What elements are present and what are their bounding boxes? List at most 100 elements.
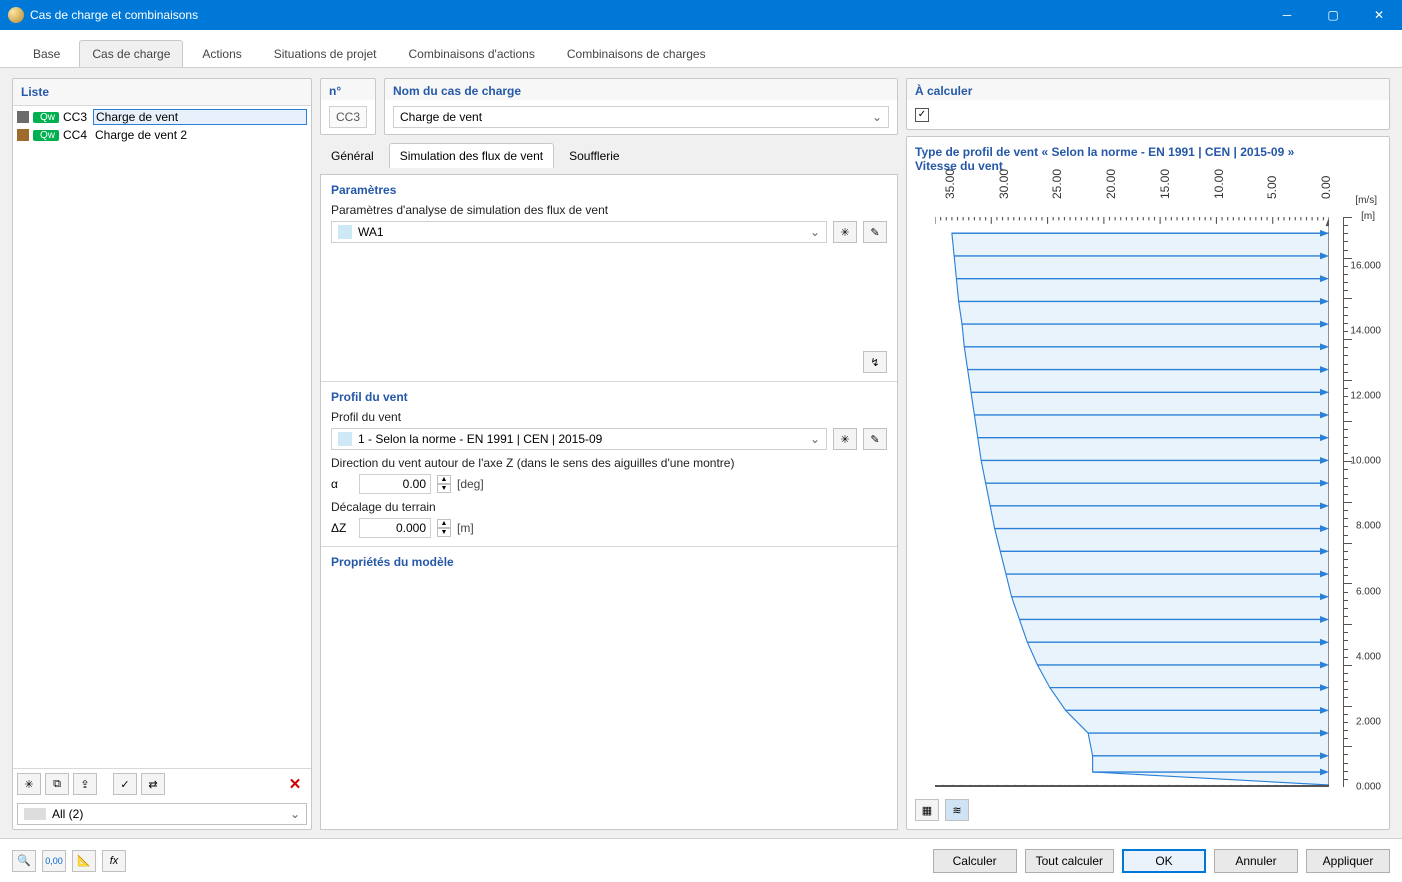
edit-profile-button[interactable]: ✎: [863, 428, 887, 450]
list-item[interactable]: Qw CC3 Charge de vent: [13, 108, 311, 126]
list-item-code: CC4: [63, 128, 89, 142]
chevron-down-icon: ⌄: [872, 110, 882, 124]
x-tick: 10.00: [1212, 169, 1226, 199]
x-tick: 15.00: [1158, 169, 1172, 199]
list-item-code: CC3: [63, 110, 89, 124]
export-button[interactable]: ⇪: [73, 773, 97, 795]
wind-icon-button[interactable]: ↯: [863, 351, 887, 373]
number-header: n°: [321, 79, 375, 100]
copy-button[interactable]: ⧉: [45, 773, 69, 795]
chart-view-2[interactable]: ≋: [945, 799, 969, 821]
wind-profile-value: 1 - Selon la norme - EN 1991 | CEN | 201…: [358, 432, 810, 446]
y-tick: 8.000: [1356, 521, 1381, 532]
list-panel: Liste Qw CC3 Charge de vent Qw CC4 Charg…: [12, 78, 312, 830]
measure-button[interactable]: 📐: [72, 850, 96, 872]
params-label: Paramètres d'analyse de simulation des f…: [331, 203, 887, 217]
tab-base[interactable]: Base: [20, 40, 73, 67]
chart-title: Type de profil de vent « Selon la norme …: [915, 145, 1381, 159]
search-button[interactable]: 🔍: [12, 850, 36, 872]
minimize-button[interactable]: ─: [1264, 0, 1310, 30]
y-tick: 2.000: [1356, 716, 1381, 727]
alpha-symbol: α: [331, 477, 353, 491]
name-header: Nom du cas de charge: [385, 79, 897, 100]
x-tick: 35.00: [943, 169, 957, 199]
y-tick: 12.000: [1350, 391, 1381, 402]
wind-profile-dropdown[interactable]: 1 - Selon la norme - EN 1991 | CEN | 201…: [331, 428, 827, 450]
spin-down[interactable]: ▼: [437, 528, 451, 537]
x-unit: [m/s]: [1355, 195, 1377, 206]
list-header: Liste: [13, 79, 311, 106]
subtab-general[interactable]: Général: [320, 143, 385, 168]
close-button[interactable]: ✕: [1356, 0, 1402, 30]
apply-button[interactable]: Appliquer: [1306, 849, 1390, 873]
chevron-down-icon: ⌄: [810, 225, 820, 239]
spin-down[interactable]: ▼: [437, 484, 451, 493]
tab-cas-de-charge[interactable]: Cas de charge: [79, 40, 183, 67]
profile-swatch: [338, 432, 352, 446]
params-value: WA1: [358, 225, 810, 239]
x-tick: 5.00: [1265, 169, 1279, 199]
y-tick: 4.000: [1356, 651, 1381, 662]
tab-actions[interactable]: Actions: [189, 40, 254, 67]
wind-profile-chart: 35.0030.0025.0020.0015.0010.005.000.00 […: [915, 177, 1381, 795]
wind-profile-label: Profil du vent: [331, 410, 887, 424]
badge-qw: Qw: [33, 112, 59, 123]
units-button[interactable]: 0,00: [42, 850, 66, 872]
titlebar: Cas de charge et combinaisons ─ ▢ ✕: [0, 0, 1402, 30]
alpha-input[interactable]: 0.00: [359, 474, 431, 494]
fx-button[interactable]: fx: [102, 850, 126, 872]
spin-up[interactable]: ▲: [437, 519, 451, 528]
tab-comb-charges[interactable]: Combinaisons de charges: [554, 40, 719, 67]
dz-input[interactable]: 0.000: [359, 518, 431, 538]
chart-view-1[interactable]: ▦: [915, 799, 939, 821]
name-dropdown[interactable]: Charge de vent ⌄: [393, 106, 889, 128]
cancel-button[interactable]: Annuler: [1214, 849, 1298, 873]
new-button[interactable]: ✳: [17, 773, 41, 795]
app-icon: [8, 7, 24, 23]
tab-comb-actions[interactable]: Combinaisons d'actions: [396, 40, 548, 67]
number-box: n° CC3: [320, 78, 376, 135]
dz-unit: [m]: [457, 521, 474, 535]
main-tabs: Base Cas de charge Actions Situations de…: [0, 30, 1402, 68]
calc-header: À calculer: [907, 79, 1389, 100]
delete-button[interactable]: ✕: [283, 773, 307, 795]
x-tick: 20.00: [1104, 169, 1118, 199]
alpha-unit: [deg]: [457, 477, 484, 491]
y-tick: 0.000: [1356, 782, 1381, 793]
calc-checkbox[interactable]: ✓: [915, 108, 929, 122]
model-props-title: Propriétés du modèle: [331, 555, 887, 569]
check-button[interactable]: ✓: [113, 773, 137, 795]
swap-button[interactable]: ⇄: [141, 773, 165, 795]
chart-panel: Type de profil de vent « Selon la norme …: [906, 136, 1390, 830]
tab-situations[interactable]: Situations de projet: [261, 40, 390, 67]
filter-swatch: [24, 808, 46, 820]
name-value: Charge de vent: [400, 110, 872, 124]
offset-label: Décalage du terrain: [331, 500, 887, 514]
x-tick: 30.00: [997, 169, 1011, 199]
color-swatch: [17, 129, 29, 141]
param-swatch: [338, 225, 352, 239]
calculate-all-button[interactable]: Tout calculer: [1025, 849, 1114, 873]
y-tick: 10.000: [1350, 456, 1381, 467]
ok-button[interactable]: OK: [1122, 849, 1206, 873]
badge-qw: Qw: [33, 130, 59, 141]
color-swatch: [17, 111, 29, 123]
chart-subtitle: Vitesse du vent: [915, 159, 1381, 173]
filter-dropdown[interactable]: All (2) ⌄: [17, 803, 307, 825]
number-value[interactable]: CC3: [329, 106, 367, 128]
subtab-soufflerie[interactable]: Soufflerie: [558, 143, 630, 168]
edit-param-button[interactable]: ✎: [863, 221, 887, 243]
new-param-button[interactable]: ✳: [833, 221, 857, 243]
params-title: Paramètres: [331, 183, 887, 197]
subtab-simulation[interactable]: Simulation des flux de vent: [389, 143, 554, 168]
params-dropdown[interactable]: WA1 ⌄: [331, 221, 827, 243]
x-tick: 25.00: [1050, 169, 1064, 199]
new-profile-button[interactable]: ✳: [833, 428, 857, 450]
spin-up[interactable]: ▲: [437, 475, 451, 484]
list-item[interactable]: Qw CC4 Charge de vent 2: [13, 126, 311, 144]
list-item-name: Charge de vent 2: [93, 128, 307, 142]
y-tick: 14.000: [1350, 326, 1381, 337]
maximize-button[interactable]: ▢: [1310, 0, 1356, 30]
y-tick: 6.000: [1356, 586, 1381, 597]
calculate-button[interactable]: Calculer: [933, 849, 1017, 873]
